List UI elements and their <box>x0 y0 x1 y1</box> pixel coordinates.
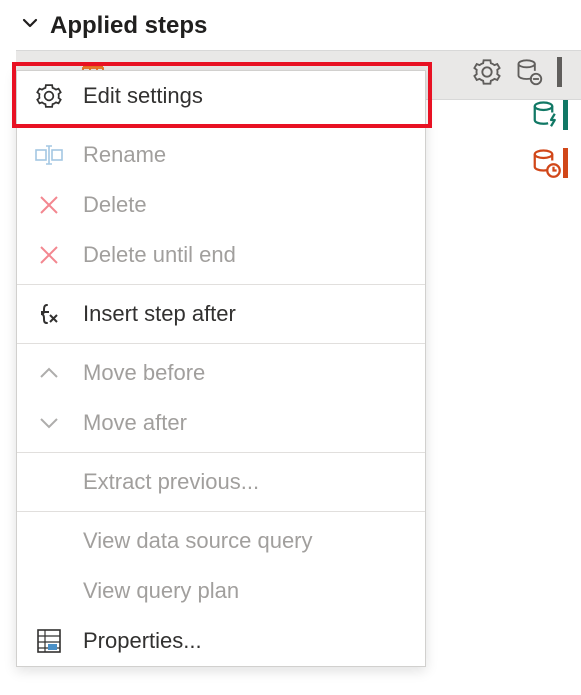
gear-icon <box>33 83 65 109</box>
database-clock-icon[interactable] <box>531 148 569 178</box>
menu-divider <box>17 452 425 453</box>
chevron-down-icon <box>20 13 40 39</box>
menu-extract-previous: Extract previous... <box>17 457 425 507</box>
menu-delete: Delete <box>17 180 425 230</box>
menu-view-query-plan: View query plan <box>17 566 425 616</box>
divider-bar-icon <box>557 57 563 93</box>
menu-label: Rename <box>83 142 166 168</box>
menu-label: Extract previous... <box>83 469 259 495</box>
menu-divider <box>17 511 425 512</box>
menu-properties[interactable]: Properties... <box>17 616 425 666</box>
x-icon <box>33 244 65 266</box>
menu-divider <box>17 125 425 126</box>
menu-insert-step-after[interactable]: Insert step after <box>17 289 425 339</box>
menu-label: Move after <box>83 410 187 436</box>
database-lightning-icon[interactable] <box>531 100 569 130</box>
chevron-down-icon <box>33 412 65 434</box>
menu-label: View data source query <box>83 528 313 554</box>
applied-steps-header[interactable]: Applied steps <box>0 0 581 50</box>
menu-delete-until-end: Delete until end <box>17 230 425 280</box>
menu-edit-settings[interactable]: Edit settings <box>17 71 425 121</box>
menu-label: View query plan <box>83 578 239 604</box>
gear-icon[interactable] <box>473 58 501 92</box>
rename-icon <box>33 144 65 166</box>
menu-label: Delete until end <box>83 242 236 268</box>
menu-label: Insert step after <box>83 301 236 327</box>
menu-view-data-source-query: View data source query <box>17 516 425 566</box>
database-remove-icon[interactable] <box>515 58 543 92</box>
menu-label: Edit settings <box>83 83 203 109</box>
menu-label: Delete <box>83 192 147 218</box>
menu-divider <box>17 343 425 344</box>
panel-title: Applied steps <box>50 12 207 40</box>
properties-table-icon <box>33 628 65 654</box>
menu-label: Move before <box>83 360 205 386</box>
menu-move-after: Move after <box>17 398 425 448</box>
context-menu: Edit settings Rename Delete <box>16 70 426 667</box>
x-icon <box>33 194 65 216</box>
chevron-up-icon <box>33 362 65 384</box>
menu-label: Properties... <box>83 628 202 654</box>
menu-rename: Rename <box>17 130 425 180</box>
menu-divider <box>17 284 425 285</box>
fx-icon <box>33 301 65 327</box>
menu-move-before: Move before <box>17 348 425 398</box>
